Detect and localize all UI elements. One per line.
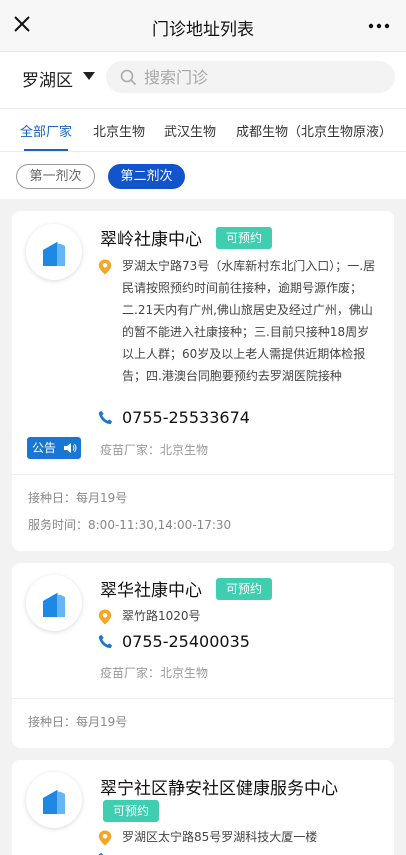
vaccine-maker: 疫苗厂家：北京生物: [100, 443, 209, 457]
notice-label: 公告: [32, 441, 57, 455]
bookable-badge: 可预约: [216, 227, 273, 249]
tab-chengdu-bio[interactable]: 成都生物（北京生物原液）: [236, 121, 392, 140]
clinic-logo: [26, 772, 82, 828]
page-title: 门诊地址列表: [152, 20, 254, 40]
dose-selector: 第一剂次 第二剂次: [0, 152, 406, 199]
clinic-logo-icon: [43, 589, 65, 617]
bookable-badge: 可预约: [103, 800, 160, 822]
clinic-card[interactable]: 翠华社康中心 可预约 翠竹路1020号 0755-25400035 疫苗厂家：北…: [12, 563, 394, 748]
divider: [12, 474, 394, 475]
active-tab-indicator: [24, 149, 68, 151]
clinic-address: 翠竹路1020号: [122, 609, 201, 623]
region-selector[interactable]: 罗湖区: [22, 66, 73, 91]
vaccination-day: 接种日：每月19号: [28, 491, 128, 505]
location-pin-icon: [98, 830, 112, 846]
notice-button[interactable]: 公告: [27, 437, 81, 459]
vaccine-maker: 疫苗厂家：北京生物: [100, 666, 209, 680]
clinic-phone[interactable]: 0755-25533674: [122, 408, 250, 427]
second-dose-button[interactable]: 第二剂次: [108, 164, 185, 189]
tab-beijing-bio[interactable]: 北京生物: [93, 121, 145, 140]
phone-icon[interactable]: [98, 410, 113, 425]
clinic-address: 罗湖区太宁路85号罗湖科技大厦一楼: [122, 830, 318, 844]
search-box[interactable]: [106, 61, 395, 93]
more-dots-icon[interactable]: [366, 14, 392, 38]
clinic-logo-icon: [43, 238, 65, 266]
tab-wuhan-bio[interactable]: 武汉生物: [164, 121, 216, 140]
top-bar: 门诊地址列表: [0, 0, 406, 52]
clinic-logo-icon: [43, 786, 65, 814]
search-icon: [120, 69, 137, 86]
clinic-logo: [26, 224, 82, 280]
clinic-name: 翠宁社区静安社区健康服务中心: [100, 779, 338, 799]
phone-icon[interactable]: [98, 634, 113, 649]
search-input[interactable]: [144, 64, 374, 90]
location-pin-icon: [98, 259, 112, 275]
clinic-logo: [26, 575, 82, 631]
clinic-card[interactable]: 翠岭社康中心 可预约 罗湖太宁路73号（水库新村东北门入口）；一.居民请按照预约…: [12, 211, 394, 551]
vaccination-day: 接种日：每月19号: [28, 715, 128, 729]
clinic-card[interactable]: 翠宁社区静安社区健康服务中心 可预约 罗湖区太宁路85号罗湖科技大厦一楼: [12, 760, 394, 855]
manufacturer-tabs: 全部厂家 北京生物 武汉生物 成都生物（北京生物原液）: [0, 108, 406, 152]
caret-down-icon[interactable]: [82, 71, 96, 81]
location-pin-icon: [98, 609, 112, 625]
clinic-phone[interactable]: 0755-25400035: [122, 632, 250, 651]
clinic-name: 翠华社康中心: [100, 581, 202, 601]
divider: [12, 698, 394, 699]
clinic-address: 罗湖太宁路73号（水库新村东北门入口）；一.居民请按照预约时间前往接种，逾期号源…: [122, 259, 376, 383]
first-dose-button[interactable]: 第一剂次: [16, 164, 95, 189]
tab-all-makers[interactable]: 全部厂家: [20, 121, 72, 140]
speaker-icon: [64, 443, 77, 453]
bookable-badge: 可预约: [216, 578, 273, 600]
service-hours: 服务时间：8:00-11:30,14:00-17:30: [28, 518, 232, 532]
clinic-name: 翠岭社康中心: [100, 230, 202, 250]
search-bar: 罗湖区: [0, 52, 406, 108]
